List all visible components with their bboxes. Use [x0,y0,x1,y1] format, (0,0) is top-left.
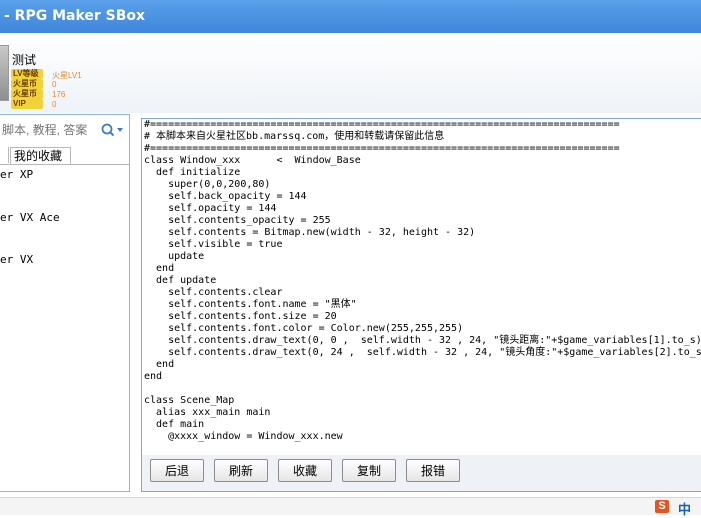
stat-label-level: LV等级 [11,69,43,79]
stat-label-coins: 火星币 [11,79,43,89]
chevron-down-icon [117,128,123,132]
user-header: 测试 LV等级 火星LV1 火星币 0 火星币 176 VIP 0 [0,33,701,113]
tree-item-vx[interactable]: er VX [0,253,33,266]
username: 测试 [12,53,37,67]
title-bar: - RPG Maker SBox [0,0,701,33]
window-title: - RPG Maker SBox [4,8,146,24]
tree-item-vx-ace[interactable]: er VX Ace [0,211,60,224]
ime-language-indicator[interactable]: 中 [678,499,691,518]
sidebar-tabs: 我的收藏 [0,147,129,165]
avatar[interactable] [0,45,9,101]
search-icon[interactable] [101,123,125,137]
script-viewer[interactable]: #=======================================… [141,118,701,456]
stat-value-points: 176 [52,90,66,99]
favorite-button[interactable]: 收藏 [278,459,332,482]
tab-favorites[interactable]: 我的收藏 [10,147,71,164]
report-button[interactable]: 报错 [406,459,460,482]
status-bar: S 中 [0,497,701,518]
ime-logo-icon[interactable]: S [655,500,669,513]
sidebar: 我的收藏 er XP er VX Ace er VX [0,114,130,492]
stat-label-points: 火星币 [11,89,43,99]
tab-previous[interactable] [0,147,9,163]
stat-value-coins: 0 [52,80,57,89]
refresh-button[interactable]: 刷新 [214,459,268,482]
back-button[interactable]: 后退 [150,459,204,482]
action-bar: 后退 刷新 收藏 复制 报错 [141,455,701,492]
script-code[interactable]: #=======================================… [144,119,701,443]
stat-value-vip: 0 [52,100,57,109]
stat-label-vip: VIP [11,99,43,109]
copy-button[interactable]: 复制 [342,459,396,482]
tree-item-xp[interactable]: er XP [0,168,33,181]
search-input[interactable] [0,121,106,139]
